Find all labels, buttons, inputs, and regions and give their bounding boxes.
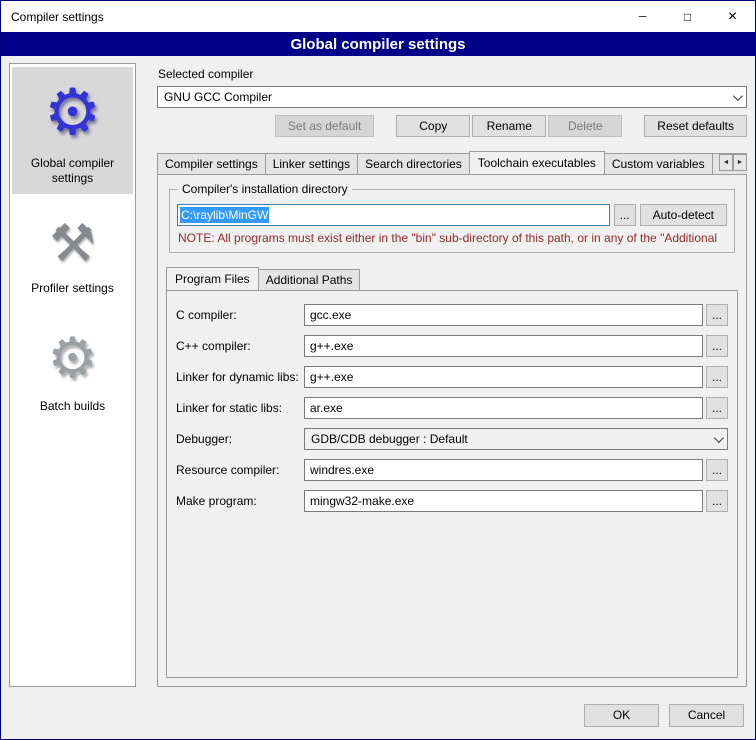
- batch-builds-gear-icon: ⚙: [14, 320, 131, 396]
- field-row: C++ compiler: ...: [176, 335, 728, 357]
- c-compiler-input[interactable]: [304, 304, 703, 326]
- field-label: Make program:: [176, 494, 304, 508]
- installation-directory-input[interactable]: C:\raylib\MinGW: [177, 204, 610, 226]
- sidebar: ⚙ Global compiler settings ⚒ Profiler se…: [9, 63, 136, 687]
- tab-scroll-right-icon[interactable]: ►: [733, 154, 747, 171]
- selected-compiler-dropdown[interactable]: GNU GCC Compiler: [157, 86, 747, 108]
- tab-search-directories[interactable]: Search directories: [357, 153, 470, 174]
- maximize-icon[interactable]: □: [665, 1, 710, 32]
- field-row: Linker for dynamic libs: ...: [176, 366, 728, 388]
- gear-icon: ⚙: [14, 71, 131, 153]
- static-linker-input[interactable]: [304, 397, 703, 419]
- installation-directory-group: Compiler's installation directory C:\ray…: [169, 189, 735, 253]
- tab-scroll-left-icon[interactable]: ◄: [719, 154, 733, 171]
- main-panel: Selected compiler GNU GCC Compiler Set a…: [146, 63, 747, 687]
- sidebar-item-profiler-settings[interactable]: ⚒ Profiler settings: [12, 206, 133, 304]
- copy-button[interactable]: Copy: [396, 115, 470, 137]
- close-icon[interactable]: ×: [710, 1, 755, 32]
- dialog-body: ⚙ Global compiler settings ⚒ Profiler se…: [1, 56, 755, 697]
- field-row: Linker for static libs: ...: [176, 397, 728, 419]
- rename-button[interactable]: Rename: [472, 115, 546, 137]
- field-row: Resource compiler: ...: [176, 459, 728, 481]
- titlebar: Compiler settings ─ □ ×: [1, 1, 755, 32]
- subtab-program-files[interactable]: Program Files: [166, 267, 259, 290]
- settings-tabbar: Compiler settings Linker settings Search…: [157, 151, 747, 174]
- field-label: Debugger:: [176, 432, 304, 446]
- debugger-dropdown[interactable]: GDB/CDB debugger : Default: [304, 428, 728, 450]
- tab-scrollers: ◄ ►: [719, 154, 747, 171]
- field-label: Linker for dynamic libs:: [176, 370, 304, 384]
- chevron-down-icon: [733, 91, 743, 101]
- make-program-input[interactable]: [304, 490, 703, 512]
- set-as-default-button[interactable]: Set as default: [275, 115, 374, 137]
- browse-button[interactable]: ...: [706, 397, 728, 419]
- tab-linker-settings[interactable]: Linker settings: [265, 153, 358, 174]
- field-label: C++ compiler:: [176, 339, 304, 353]
- tab-compiler-settings[interactable]: Compiler settings: [157, 153, 266, 174]
- compiler-settings-window: Compiler settings ─ □ × Global compiler …: [0, 0, 756, 740]
- ok-button[interactable]: OK: [584, 704, 659, 727]
- browse-button[interactable]: ...: [706, 304, 728, 326]
- window-title: Compiler settings: [1, 10, 620, 24]
- profiler-tool-icon: ⚒: [14, 210, 131, 278]
- compiler-actions: Set as default Copy Rename Delete Reset …: [157, 115, 747, 137]
- resource-compiler-input[interactable]: [304, 459, 703, 481]
- installation-directory-value: C:\raylib\MinGW: [180, 207, 269, 223]
- field-label: Linker for static libs:: [176, 401, 304, 415]
- browse-button[interactable]: ...: [706, 490, 728, 512]
- browse-button[interactable]: ...: [706, 335, 728, 357]
- program-files-panel: C compiler: ... C++ compiler: ... Linker…: [166, 290, 738, 678]
- cpp-compiler-input[interactable]: [304, 335, 703, 357]
- note-text: NOTE: All programs must exist either in …: [178, 231, 726, 245]
- sidebar-item-global-compiler-settings[interactable]: ⚙ Global compiler settings: [12, 67, 133, 194]
- debugger-value: GDB/CDB debugger : Default: [311, 432, 708, 446]
- subtab-additional-paths[interactable]: Additional Paths: [258, 269, 361, 290]
- browse-button[interactable]: ...: [706, 366, 728, 388]
- sidebar-item-label: Profiler settings: [14, 278, 131, 296]
- field-row: C compiler: ...: [176, 304, 728, 326]
- auto-detect-button[interactable]: Auto-detect: [640, 204, 727, 226]
- field-label: C compiler:: [176, 308, 304, 322]
- window-controls: ─ □ ×: [620, 1, 755, 32]
- browse-button[interactable]: ...: [706, 459, 728, 481]
- dynamic-linker-input[interactable]: [304, 366, 703, 388]
- tab-custom-variables[interactable]: Custom variables: [604, 153, 713, 174]
- toolchain-executables-panel: Compiler's installation directory C:\ray…: [157, 174, 747, 687]
- chevron-down-icon: [714, 433, 724, 443]
- installation-directory-row: C:\raylib\MinGW ... Auto-detect: [177, 204, 727, 226]
- sidebar-item-batch-builds[interactable]: ⚙ Batch builds: [12, 316, 133, 422]
- selected-compiler-value: GNU GCC Compiler: [164, 90, 727, 104]
- browse-button[interactable]: ...: [614, 204, 636, 226]
- installation-directory-group-title: Compiler's installation directory: [178, 182, 352, 196]
- minimize-icon[interactable]: ─: [620, 1, 665, 32]
- sidebar-item-label: Batch builds: [14, 396, 131, 414]
- cancel-button[interactable]: Cancel: [669, 704, 744, 727]
- tab-toolchain-executables[interactable]: Toolchain executables: [469, 151, 605, 174]
- delete-button[interactable]: Delete: [548, 115, 622, 137]
- sidebar-item-label: Global compiler settings: [14, 153, 131, 186]
- field-row: Debugger: GDB/CDB debugger : Default: [176, 428, 728, 450]
- toolchain-subtabbar: Program Files Additional Paths: [166, 267, 738, 290]
- dialog-footer: OK Cancel: [1, 697, 755, 739]
- selected-compiler-label: Selected compiler: [158, 67, 747, 81]
- field-row: Make program: ...: [176, 490, 728, 512]
- page-title: Global compiler settings: [1, 32, 755, 56]
- field-label: Resource compiler:: [176, 463, 304, 477]
- reset-defaults-button[interactable]: Reset defaults: [644, 115, 747, 137]
